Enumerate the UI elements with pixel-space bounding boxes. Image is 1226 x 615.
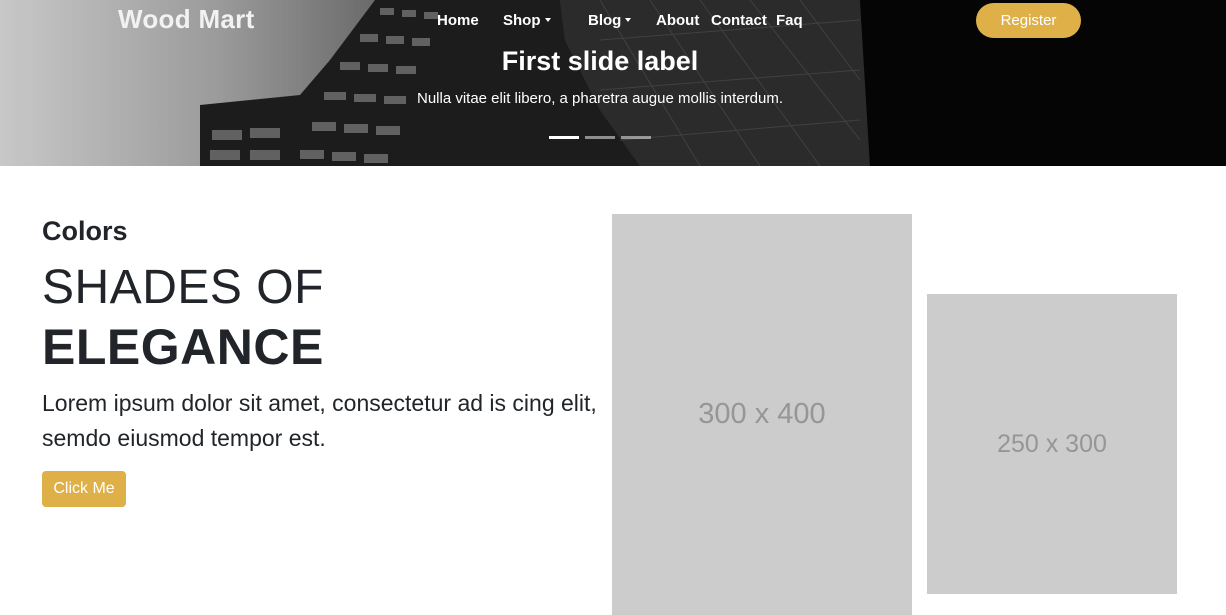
placeholder-image-small: 250 x 300 [927, 294, 1177, 594]
carousel-indicator[interactable] [585, 136, 615, 139]
nav-blog-dropdown[interactable]: Blog [588, 12, 632, 29]
headline-light: SHADES OF [42, 261, 324, 314]
chevron-down-icon [544, 18, 551, 23]
carousel-indicator[interactable] [621, 136, 651, 139]
placeholder-image-label: 300 x 400 [698, 398, 826, 430]
chevron-down-icon [625, 18, 632, 23]
carousel-indicator[interactable] [549, 136, 579, 139]
slide-title: First slide label [501, 46, 699, 76]
section-description: Lorem ipsum dolor sit amet, consectetur … [42, 390, 597, 451]
nav-contact[interactable]: Contact [711, 12, 767, 29]
slide-caption: Nulla vitae elit libero, a pharetra augu… [416, 90, 784, 107]
headline-bold: ELEGANCE [42, 319, 324, 375]
nav-shop-dropdown[interactable]: Shop [503, 12, 551, 29]
click-me-button[interactable]: Click Me [42, 471, 126, 507]
section-eyebrow: Colors [42, 216, 128, 246]
placeholder-image-large: 300 x 400 [612, 214, 912, 615]
nav-home-label: Home [437, 12, 479, 29]
brand-logo[interactable]: Wood Mart [118, 4, 255, 35]
nav-about[interactable]: About [656, 12, 699, 29]
nav-blog-label: Blog [588, 12, 622, 29]
hero-carousel: Wood Mart Home Shop Blog About Contact F… [0, 0, 1226, 166]
placeholder-image-label: 250 x 300 [997, 429, 1107, 458]
nav-about-label: About [656, 12, 700, 29]
nav-shop-label: Shop [503, 12, 541, 29]
nav-contact-label: Contact [711, 12, 767, 29]
nav-home[interactable]: Home [437, 12, 479, 29]
nav-faq[interactable]: Faq [776, 12, 803, 29]
register-button[interactable]: Register [976, 3, 1081, 38]
nav-faq-label: Faq [776, 12, 803, 29]
